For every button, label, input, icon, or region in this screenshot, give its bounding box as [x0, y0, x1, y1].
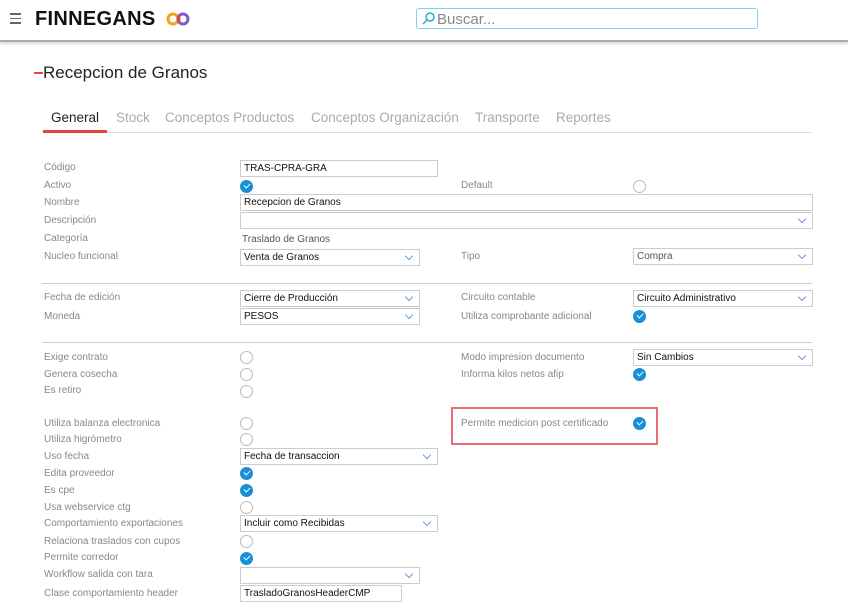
search-icon — [422, 12, 435, 25]
active-tab-indicator — [43, 130, 107, 133]
circuito-select[interactable]: Circuito Administrativo — [633, 290, 813, 307]
tipo-label: Tipo — [461, 251, 481, 262]
tipo-select[interactable]: Compra — [633, 248, 813, 265]
comprobante-adicional-label: Utiliza comprobante adicional — [461, 311, 592, 322]
usa-ws-label: Usa webservice ctg — [44, 502, 131, 513]
modo-impresion-label: Modo impresion documento — [461, 352, 585, 363]
brand-logo: FINNEGANS — [35, 8, 156, 30]
fecha-edicion-select[interactable]: Cierre de Producción — [240, 290, 420, 307]
categoria-value: Traslado de Granos — [242, 234, 331, 245]
balanza-label: Utiliza balanza electronica — [44, 418, 161, 429]
comportamiento-export-label: Comportamiento exportaciones — [44, 518, 183, 529]
usa-ws-checkbox[interactable] — [240, 501, 253, 514]
categoria-label: Categoría — [44, 233, 88, 244]
tab-reportes[interactable]: Reportes — [556, 110, 611, 125]
circuito-label: Circuito contable — [461, 292, 536, 303]
higrometro-checkbox[interactable] — [240, 433, 253, 446]
permite-corredor-checkbox[interactable] — [240, 552, 253, 565]
moneda-label: Moneda — [44, 311, 81, 322]
tab-stock[interactable]: Stock — [116, 110, 150, 125]
nombre-label: Nombre — [44, 197, 80, 208]
page-title: Recepcion de Granos — [43, 63, 208, 82]
activo-label: Activo — [44, 180, 72, 191]
fecha-edicion-label: Fecha de edición — [44, 292, 121, 303]
hamburger-menu-icon[interactable] — [10, 13, 21, 27]
uso-fecha-label: Uso fecha — [44, 451, 90, 462]
exige-contrato-label: Exige contrato — [44, 352, 108, 363]
nombre-input[interactable]: Recepcion de Granos — [240, 194, 813, 211]
search-input[interactable]: Buscar... — [416, 8, 758, 29]
codigo-label: Código — [44, 162, 76, 173]
relaciona-cupos-label: Relaciona traslados con cupos — [44, 536, 181, 547]
nucleo-label: Nucleo funcional — [44, 251, 118, 262]
es-retiro-label: Es retiro — [44, 385, 82, 396]
default-checkbox[interactable] — [633, 180, 646, 193]
edita-proveedor-checkbox[interactable] — [240, 467, 253, 480]
nucleo-select[interactable]: Venta de Granos — [240, 249, 420, 266]
moneda-select[interactable]: PESOS — [240, 308, 420, 325]
uso-fecha-select[interactable]: Fecha de transaccion — [240, 448, 438, 465]
balanza-checkbox[interactable] — [240, 417, 253, 430]
permite-corredor-label: Permite corredor — [44, 552, 119, 563]
genera-cosecha-checkbox[interactable] — [240, 368, 253, 381]
tab-transporte[interactable]: Transporte — [475, 110, 540, 125]
comprobante-adicional-checkbox[interactable] — [633, 310, 646, 323]
clase-header-label: Clase comportamiento header — [44, 588, 178, 599]
kilos-netos-checkbox[interactable] — [633, 368, 646, 381]
workflow-label: Workflow salida con tara — [44, 569, 153, 580]
tab-general[interactable]: General — [51, 110, 99, 125]
es-cpe-label: Es cpe — [44, 485, 75, 496]
edita-proveedor-label: Edita proveedor — [44, 468, 115, 479]
higrometro-label: Utiliza higrómetro — [44, 434, 122, 445]
comportamiento-export-select[interactable]: Incluir como Recibidas — [240, 515, 438, 532]
activo-checkbox[interactable] — [240, 180, 253, 193]
relaciona-cupos-checkbox[interactable] — [240, 535, 253, 548]
section-divider — [42, 342, 812, 343]
descripcion-label: Descripción — [44, 215, 97, 226]
default-label: Default — [461, 180, 493, 191]
medicion-post-checkbox[interactable] — [633, 417, 646, 430]
kilos-netos-label: Informa kilos netos afip — [461, 369, 564, 380]
tab-bar: General Stock Conceptos Productos Concep… — [42, 109, 812, 133]
section-divider — [42, 283, 812, 284]
tab-conceptos-productos[interactable]: Conceptos Productos — [165, 110, 294, 125]
title-accent — [34, 72, 43, 74]
exige-contrato-checkbox[interactable] — [240, 351, 253, 364]
top-bar: FINNEGANS Buscar... — [0, 0, 848, 42]
es-cpe-checkbox[interactable] — [240, 484, 253, 497]
medicion-post-label: Permite medicion post certificado — [461, 418, 609, 429]
descripcion-select[interactable] — [240, 212, 813, 229]
codigo-input[interactable]: TRAS-CPRA-GRA — [240, 160, 438, 177]
clase-header-input[interactable]: TrasladoGranosHeaderCMP — [240, 585, 402, 602]
es-retiro-checkbox[interactable] — [240, 385, 253, 398]
tab-conceptos-organizacion[interactable]: Conceptos Organización — [311, 110, 459, 125]
brand-logo-icon — [166, 12, 190, 26]
workflow-select[interactable] — [240, 567, 420, 584]
search-placeholder: Buscar... — [437, 11, 496, 28]
genera-cosecha-label: Genera cosecha — [44, 369, 118, 380]
modo-impresion-select[interactable]: Sin Cambios — [633, 349, 813, 366]
